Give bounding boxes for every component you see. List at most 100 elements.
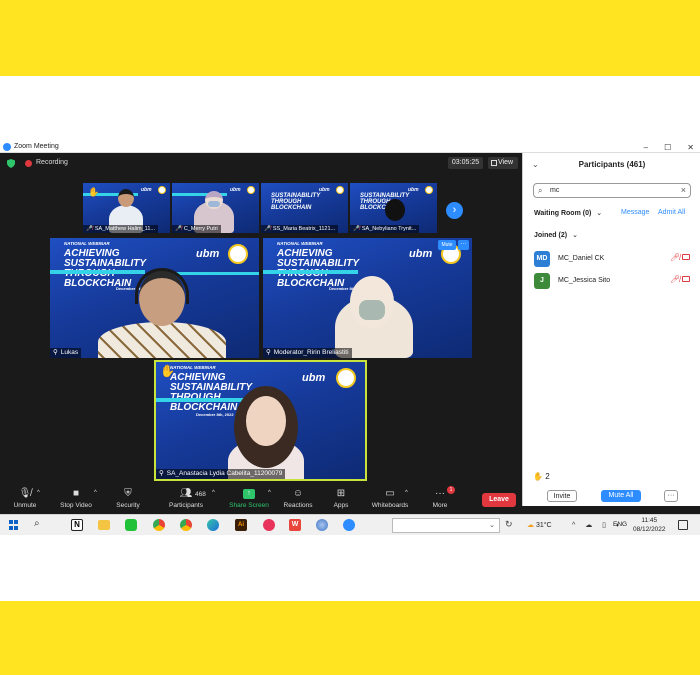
unmute-chevron[interactable]: ^ (37, 490, 40, 496)
file-explorer-icon[interactable] (98, 520, 110, 530)
slide-stripe (156, 398, 251, 402)
share-screen-button[interactable]: ↑ Share Screen (229, 488, 269, 509)
video-thumbnail[interactable]: SUSTAINABILITY THROUGH BLOCKCHAIN ubm 🎤̸ SA… (350, 183, 437, 233)
next-page-button[interactable]: › (446, 202, 463, 219)
mute-all-button[interactable]: Mute All (601, 490, 641, 502)
security-button[interactable]: ⛨ Security (112, 488, 144, 509)
affinity-icon[interactable] (263, 519, 275, 531)
slide-title: ACHIEVINGSUSTAINABILITYTHROUGHBLOCKCHAIN (277, 248, 360, 289)
weather-widget[interactable]: ☁ 31°C (527, 521, 552, 529)
notification-icon[interactable] (678, 520, 688, 530)
meeting-status-bar: Recording 03:05:25 View (0, 153, 522, 173)
participants-chevron[interactable]: ^ (212, 490, 215, 496)
minimize-button[interactable]: – (644, 143, 648, 152)
participant-head (118, 189, 134, 207)
notion-icon[interactable]: N (71, 519, 83, 531)
window-controls: – ☐ ✕ (644, 141, 694, 153)
mic-off-icon[interactable]: 🎤︎̸ (670, 253, 680, 262)
video-thumbnail[interactable]: SUSTAINABILITY THROUGH BLOCKCHAIN ubm 🎤̸ SS… (261, 183, 348, 233)
wps-icon[interactable]: W (289, 519, 301, 531)
bottom-yellow-band (0, 601, 700, 675)
ubm-logo: ubm (319, 187, 330, 193)
chevron-down-icon: ⌄ (489, 522, 495, 529)
face-mask (208, 201, 220, 207)
view-button[interactable]: View (488, 157, 518, 169)
slide-stripe-right (170, 272, 259, 275)
chrome-profile-icon[interactable] (180, 519, 192, 531)
meeting-toolbar: 🎙︎̸ Unmute ^ ■ Stop Video ^ ⛨ Security 👥︎ Pa… (0, 486, 522, 516)
illustrator-icon[interactable]: Ai (235, 519, 247, 531)
avatar: MD (534, 251, 550, 267)
list-item[interactable]: J MC_Jessica Sito 🎤︎̸ (534, 273, 694, 289)
tile-more-button[interactable]: ··· (458, 240, 469, 250)
tile-name: ⚲ SA_Anastacia Lydia Cabelita_11200079 (156, 469, 286, 479)
share-chevron[interactable]: ^ (268, 490, 271, 496)
whiteboard-icon: ▭ (385, 488, 395, 499)
event-seal-icon (158, 186, 166, 194)
language-indicator[interactable]: ENG (613, 521, 627, 528)
address-box[interactable]: ⌄ (392, 518, 500, 533)
tile-name: ⚲ Moderator_Ririn Breliastiti (263, 348, 352, 358)
search-icon[interactable]: ⌕ (34, 518, 40, 529)
waiting-room-header[interactable]: Waiting Room (0) ⌄ (534, 209, 602, 217)
participant-search-input[interactable]: ⌕ mc × (533, 183, 691, 198)
shield-icon: ⛨ (124, 488, 132, 499)
zoom-logo-icon (3, 142, 11, 151)
video-thumbnail[interactable]: ubm ✋ 🎤̸ SA_Matthew Halim_11... (83, 183, 170, 233)
reactions-button[interactable]: ☺ Reactions (283, 488, 313, 509)
whiteboards-chevron[interactable]: ^ (405, 490, 408, 496)
zoom-taskbar-icon[interactable] (343, 519, 355, 531)
chevron-down-icon: ⌄ (572, 232, 578, 239)
whiteboards-button[interactable]: ▭ Whiteboards (370, 488, 410, 509)
chevron-down-icon: ⌄ (596, 210, 603, 217)
video-tile-lukas[interactable]: NATIONAL WEBINAR ACHIEVING SUSTAINABILITY… (50, 238, 259, 358)
message-link[interactable]: Message (621, 209, 649, 216)
video-tile-moderator[interactable]: NATIONAL WEBINAR ACHIEVING SUSTAINABILITY… (263, 238, 472, 358)
video-tile-active-speaker[interactable]: NATIONAL WEBINAR ACHIEVING SUSTAINABILITY… (154, 360, 367, 481)
grid-view-icon (491, 160, 497, 166)
participant-head (246, 396, 286, 446)
mic-off-icon: 🎤̸ (264, 226, 271, 232)
list-item[interactable]: MD MC_Daniel CK 🎤︎̸ (534, 251, 694, 267)
mic-off-icon[interactable]: 🎤︎̸ (670, 275, 680, 284)
desktop-screen: Zoom Meeting – ☐ ✕ Recording 03:05:25 Vi… (0, 141, 700, 535)
stop-video-button[interactable]: ■ Stop Video (58, 488, 94, 509)
thumbnail-name: 🎤̸ SS_Maria Beatrix_1121... (261, 225, 339, 233)
participants-panel: ⌄ Participants (461) ⌕ mc × Waiting Room… (522, 153, 700, 506)
panel-more-button[interactable]: ··· (664, 490, 678, 502)
refresh-icon[interactable]: ↻ (505, 519, 513, 530)
browser-globe-icon[interactable] (316, 519, 328, 531)
video-chevron[interactable]: ^ (94, 490, 97, 496)
chrome-icon[interactable] (153, 519, 165, 531)
mute-tile-button[interactable]: Mute (438, 240, 456, 250)
unmute-button[interactable]: 🎙︎̸ Unmute (10, 488, 40, 509)
video-thumbnail[interactable]: ubm 🎤̸ C_Merry Putri (172, 183, 259, 233)
maximize-button[interactable]: ☐ (664, 143, 671, 152)
slide-headline-small: NATIONAL WEBINAR (277, 241, 323, 246)
share-screen-icon: ↑ (243, 489, 255, 499)
close-button[interactable]: ✕ (687, 143, 694, 152)
meeting-timer: 03:05:25 (448, 157, 483, 169)
event-seal-icon (425, 186, 433, 194)
line-app-icon[interactable] (125, 519, 137, 531)
video-off-icon[interactable] (682, 276, 690, 282)
thumbnail-name: 🎤̸ SA_Matthew Halim_11... (83, 225, 158, 233)
admit-all-link[interactable]: Admit All (658, 209, 685, 216)
joined-header[interactable]: Joined (2) ⌄ (534, 231, 578, 239)
pin-icon: ⚲ (53, 349, 58, 356)
invite-button[interactable]: Invite (547, 490, 577, 502)
edge-icon[interactable] (207, 519, 219, 531)
shield-icon[interactable] (7, 159, 15, 168)
participants-count: 468 (195, 491, 206, 498)
taskbar-clock[interactable]: 11:45 08/12/2022 (633, 516, 666, 534)
raised-hands-count[interactable]: ✋ 2 (533, 472, 550, 481)
windows-start-icon[interactable] (9, 520, 19, 530)
slide-date: December 8th, 2022 (196, 412, 234, 417)
search-value: mc (550, 187, 560, 194)
clear-search-icon[interactable]: × (681, 185, 686, 195)
video-off-icon[interactable] (682, 254, 690, 260)
apps-button[interactable]: ⊞ Apps (330, 488, 352, 509)
ubm-logo: ubm (302, 372, 326, 384)
mic-off-icon: 🎤̸ (353, 226, 360, 232)
leave-button[interactable]: Leave (482, 493, 516, 507)
